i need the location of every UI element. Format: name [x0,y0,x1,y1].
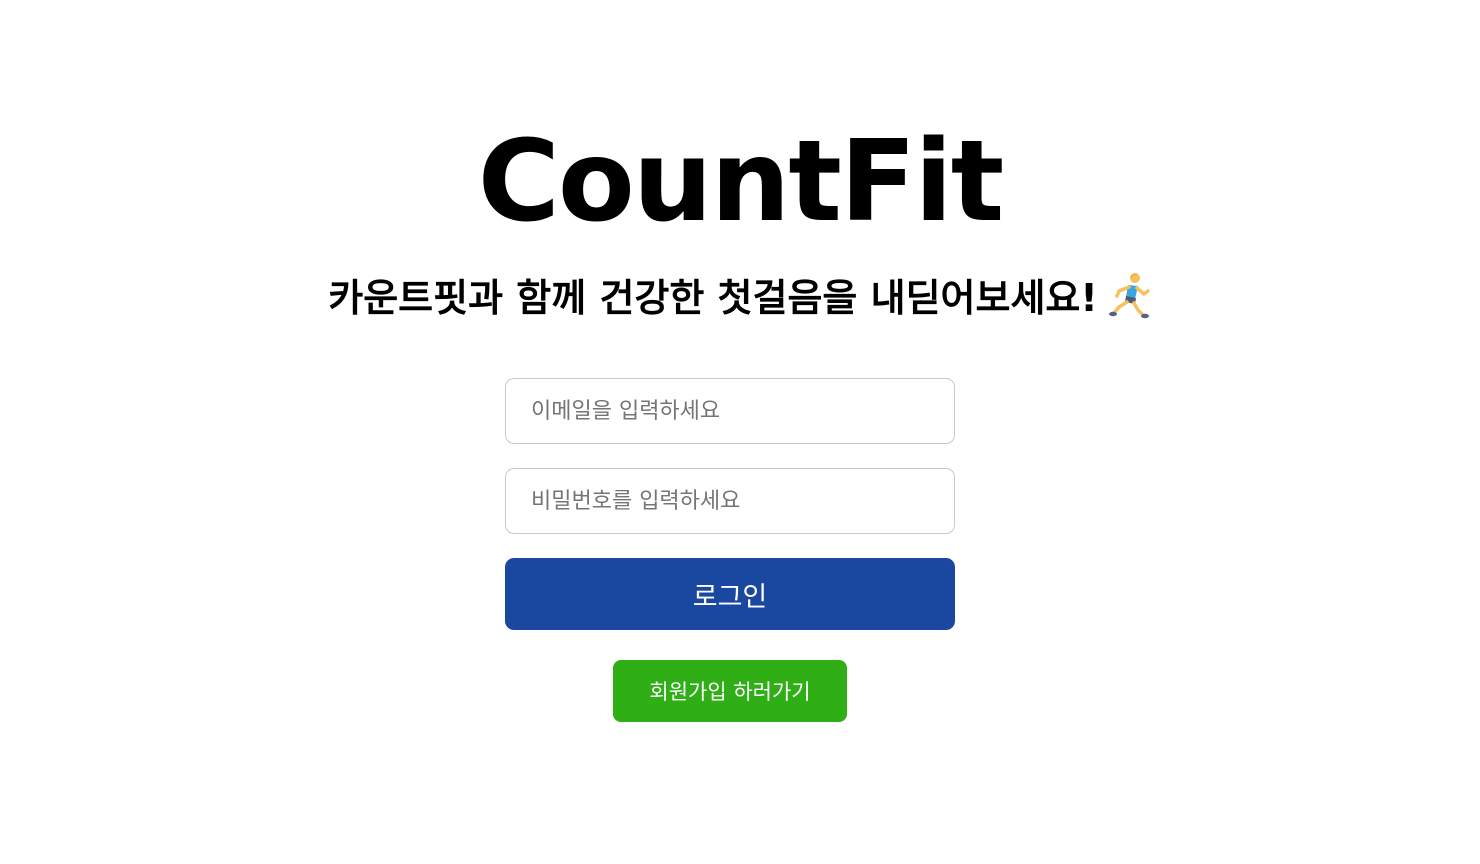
email-input[interactable] [505,378,955,444]
login-form: 로그인 [505,378,955,630]
person-running-icon [1108,273,1150,319]
login-button[interactable]: 로그인 [505,558,955,630]
password-input[interactable] [505,468,955,534]
login-page: CountFit 카운트핏과 함께 건강한 첫걸음을 내딛어보세요! 로그인 회… [0,0,1480,864]
tagline: 카운트핏과 함께 건강한 첫걸음을 내딛어보세요! [0,270,1480,326]
app-title: CountFit [477,117,1005,247]
tagline-text: 카운트핏과 함께 건강한 첫걸음을 내딛어보세요! [328,276,1098,320]
signup-link-button[interactable]: 회원가입 하러가기 [613,660,847,722]
